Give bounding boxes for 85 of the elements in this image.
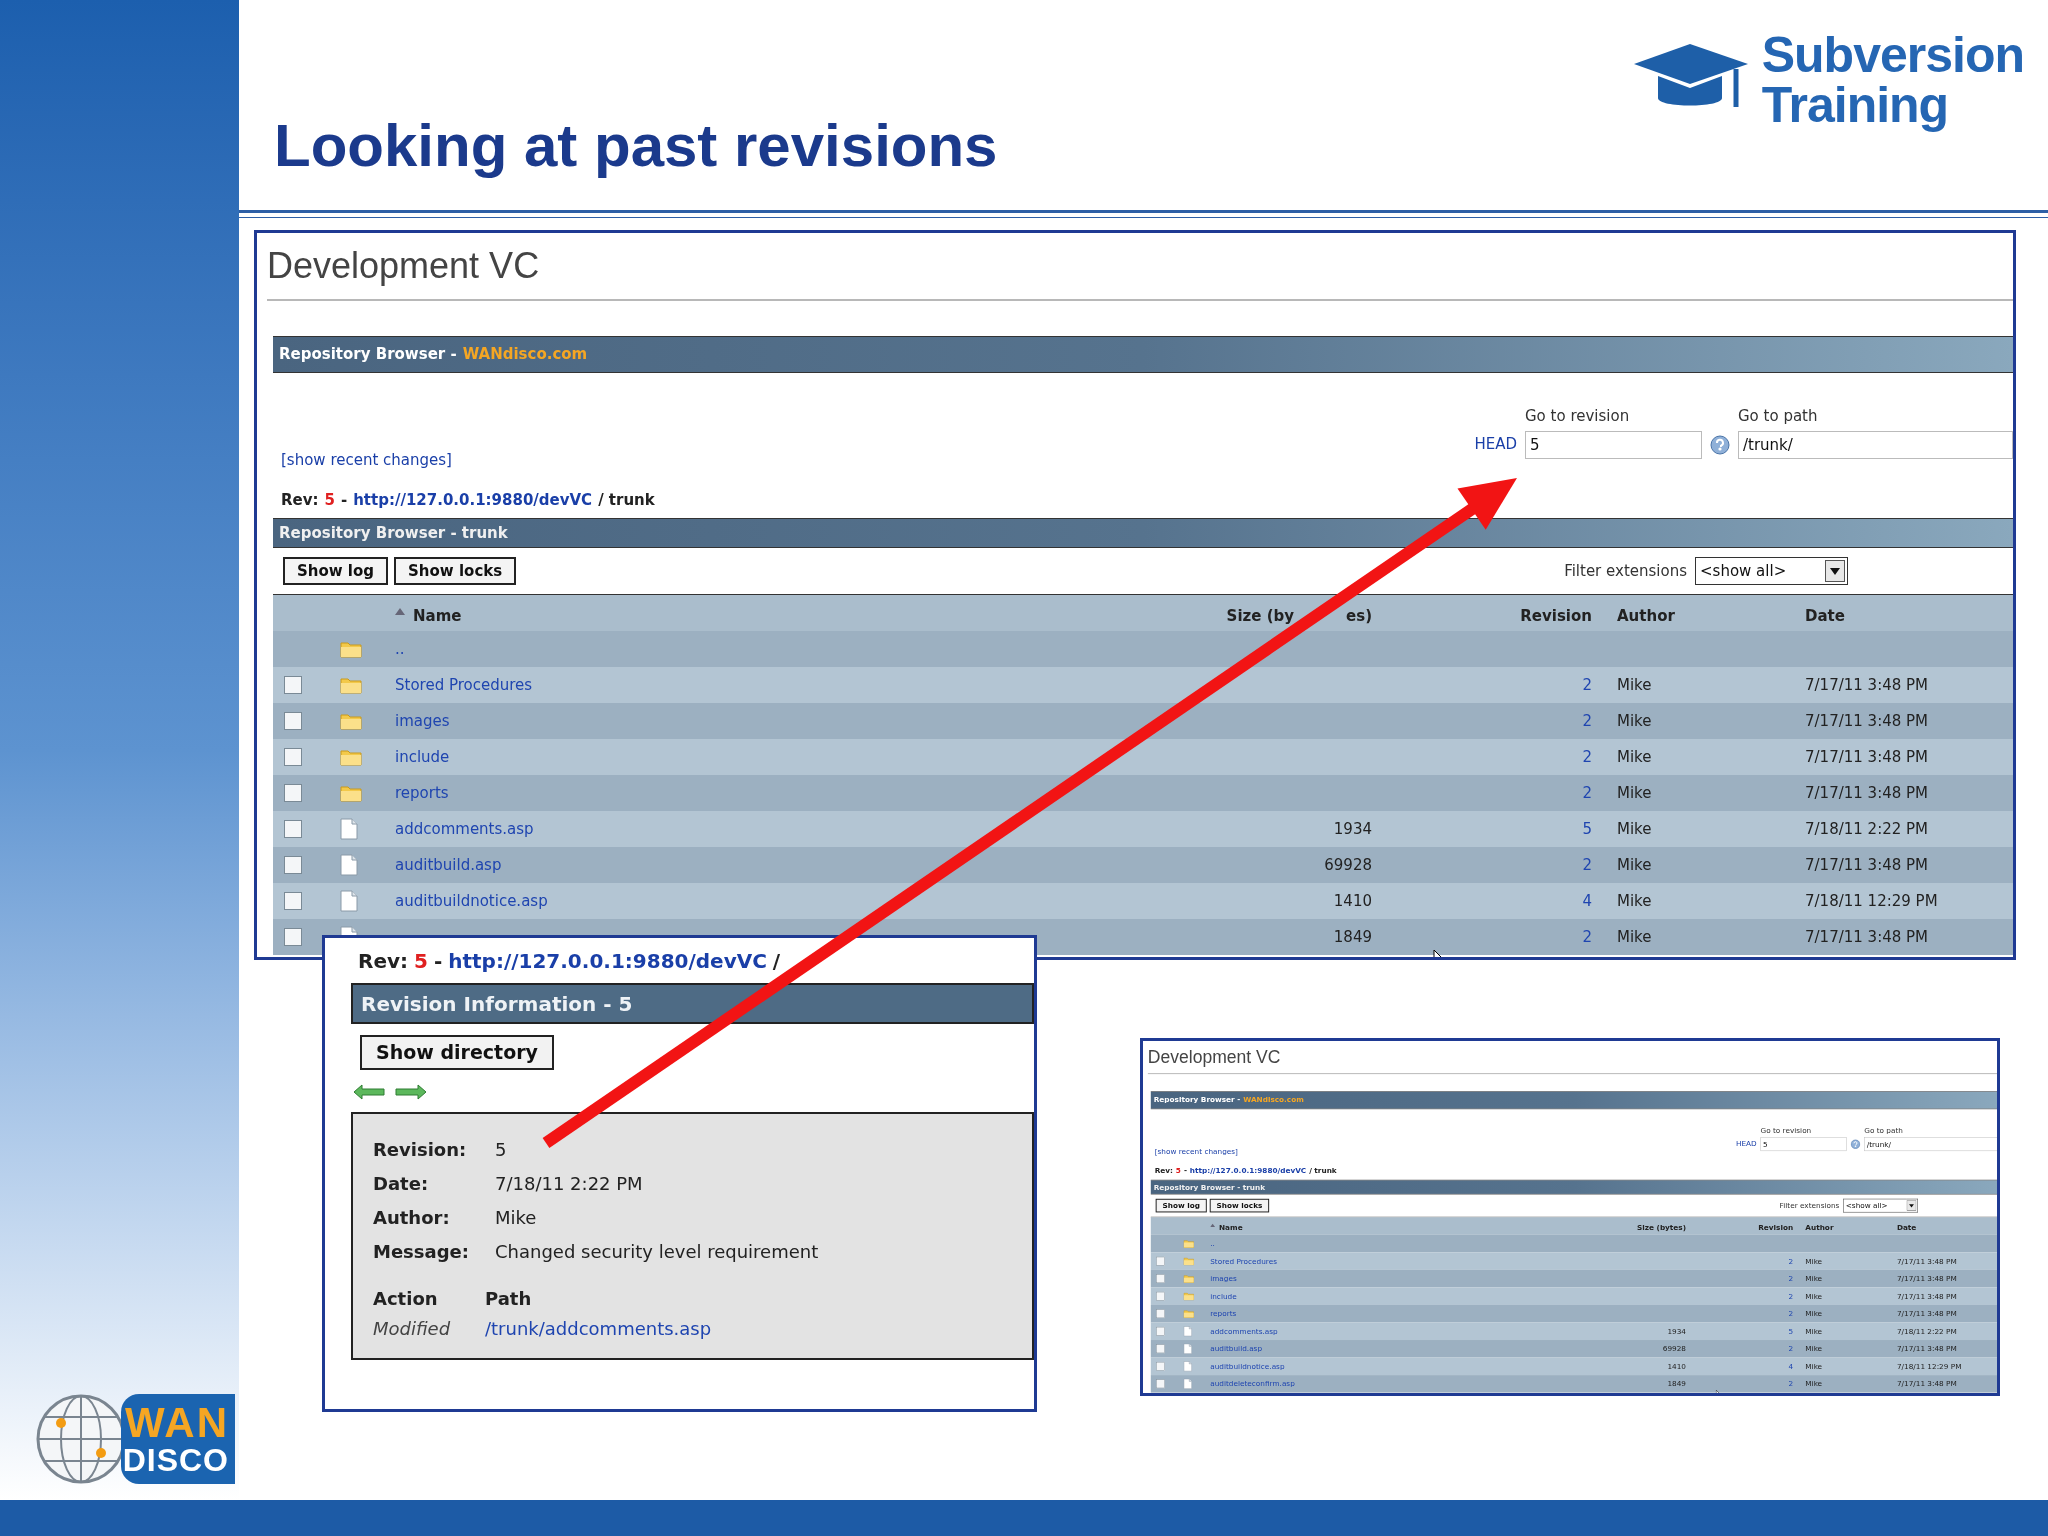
head-link[interactable]: HEAD: [1474, 432, 1517, 455]
revision-number: 5: [324, 490, 335, 512]
column-header[interactable]: Author: [1617, 606, 1675, 625]
slide-title: Looking at past revisions: [274, 116, 998, 176]
size-text: 1849: [1333, 927, 1372, 946]
author-text: Mike: [1617, 711, 1652, 730]
site-link[interactable]: WANdisco.com: [462, 343, 588, 366]
path-label: Go to path: [1738, 405, 1819, 427]
repository-url-link[interactable]: http://127.0.0.1:9880/devVC: [448, 945, 767, 976]
item-link[interactable]: ..: [395, 639, 405, 658]
revision-link[interactable]: 2: [1582, 747, 1592, 766]
rev-label: Rev:: [281, 490, 319, 512]
item-link[interactable]: addcomments.asp: [395, 819, 534, 838]
column-header[interactable]: Size (by: [1226, 604, 1295, 627]
changed-path-link[interactable]: /trunk/addcomments.asp: [485, 1314, 712, 1342]
size-text: 69928: [1324, 855, 1372, 874]
date-text: 7/17/11 3:48 PM: [1805, 747, 1929, 766]
revision-label: Go to revision: [1525, 405, 1631, 427]
detail-value: Mike: [495, 1205, 537, 1230]
column-header-fragment: es): [1346, 605, 1372, 627]
header-title: Repository Browser -: [279, 344, 457, 366]
author-text: Mike: [1617, 747, 1652, 766]
revision-number: 5: [414, 947, 428, 975]
item-link[interactable]: auditbuildnotice.asp: [395, 891, 548, 910]
detail-value: 5: [495, 1137, 507, 1162]
item-link[interactable]: images: [395, 711, 450, 730]
author-text: Mike: [1617, 783, 1652, 802]
date-text: 7/17/11 3:48 PM: [1805, 927, 1929, 946]
revision-field[interactable]: 5: [1525, 431, 1702, 459]
author-text: Mike: [1617, 891, 1652, 910]
column-header[interactable]: Revision: [1520, 606, 1592, 625]
date-text: 7/17/11 3:48 PM: [1805, 783, 1929, 802]
revision-title-bar: Revision Information - 5: [351, 983, 1034, 1024]
column-header: Path: [485, 1287, 532, 1311]
item-link[interactable]: include: [395, 747, 450, 766]
author-text: Mike: [1617, 675, 1652, 694]
column-header[interactable]: Date: [1805, 606, 1845, 625]
detail-value: Changed security level requirement: [495, 1239, 819, 1264]
detail-value: 7/18/11 2:22 PM: [495, 1171, 643, 1196]
path-text: / trunk: [598, 490, 655, 512]
author-text: Mike: [1617, 819, 1652, 838]
item-link[interactable]: Stored Procedures: [395, 675, 533, 694]
logo-text: WAN: [125, 1402, 229, 1444]
date-text: 7/17/11 3:48 PM: [1805, 675, 1929, 694]
brand-text: Training: [1761, 80, 1950, 130]
revision-link[interactable]: 2: [1582, 711, 1592, 730]
size-text: 1934: [1333, 819, 1372, 838]
date-text: 7/17/11 3:48 PM: [1805, 711, 1929, 730]
revision-link[interactable]: 2: [1582, 675, 1592, 694]
separator-text: -: [433, 947, 443, 975]
show-directory-button[interactable]: Show directory: [360, 1035, 554, 1070]
author-text: Mike: [1617, 927, 1652, 946]
page-title: Development VC: [1147, 1045, 1281, 1069]
size-text: 1410: [1333, 891, 1372, 910]
item-link[interactable]: reports: [395, 783, 449, 802]
revision-link[interactable]: 5: [1582, 819, 1592, 838]
item-link[interactable]: auditbuild.asp: [395, 855, 502, 874]
section-bar: Repository Browser - trunk: [273, 518, 2013, 548]
page-title: Development VC: [267, 244, 540, 288]
detail-label: Date:: [373, 1171, 430, 1196]
separator-text: -: [340, 490, 348, 512]
action-text: Modified: [373, 1316, 452, 1341]
toolbar-button[interactable]: Show locks: [394, 557, 517, 585]
detail-label: Revision:: [373, 1137, 468, 1162]
date-text: 7/18/11 12:29 PM: [1805, 891, 1938, 910]
recent-changes-link[interactable]: [show recent changes]: [281, 448, 452, 471]
path-text: /: [772, 947, 781, 975]
repository-url-link[interactable]: http://127.0.0.1:9880/devVC: [353, 489, 593, 512]
revision-link[interactable]: 2: [1582, 927, 1592, 946]
column-header: Action: [373, 1287, 439, 1311]
brand-text: Subversion: [1761, 30, 2024, 80]
revision-link[interactable]: 2: [1582, 855, 1592, 874]
rev-label: Rev:: [358, 947, 408, 975]
toolbar-button[interactable]: Show log: [283, 557, 389, 585]
author-text: Mike: [1617, 855, 1652, 874]
logo-text: DISCO: [122, 1444, 229, 1476]
path-field[interactable]: /trunk/: [1738, 431, 2013, 459]
revision-link[interactable]: 2: [1582, 783, 1592, 802]
date-text: 7/18/11 2:22 PM: [1805, 819, 1929, 838]
revision-link[interactable]: 4: [1582, 891, 1592, 910]
detail-label: Author:: [373, 1205, 451, 1230]
column-header[interactable]: Name: [413, 604, 462, 627]
detail-label: Message:: [373, 1239, 470, 1264]
filter-label: Filter extensions: [1564, 560, 1687, 582]
date-text: 7/17/11 3:48 PM: [1805, 855, 1929, 874]
